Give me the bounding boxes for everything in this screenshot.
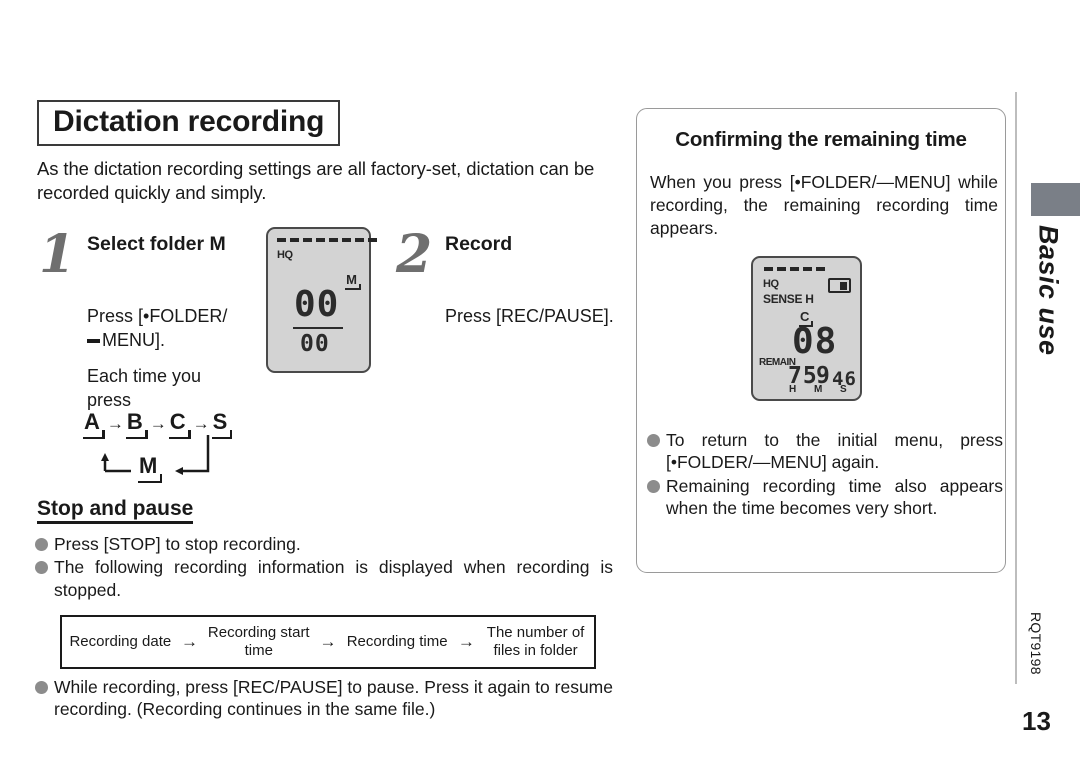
section-side-label-text: Basic use: [1033, 225, 1064, 356]
panel-bullets: To return to the initial menu, press [•F…: [645, 429, 1003, 521]
cycle-arrow-2: →: [149, 413, 167, 433]
cycle-arrow-3: →: [192, 413, 210, 433]
bullet-remaining-short: Remaining recording time also appears wh…: [645, 475, 1003, 520]
page-title: Dictation recording: [37, 100, 341, 146]
bullet-return-menu: To return to the initial menu, press [•F…: [645, 429, 1003, 474]
flow-item-date: Recording date: [69, 632, 172, 650]
step-1-heading: Select folder M: [87, 232, 226, 255]
intro-paragraph: As the dictation recording settings are …: [37, 157, 595, 204]
lcd-folder-indicator: M: [345, 273, 361, 290]
lcd-unit-labels: H M S: [789, 384, 847, 395]
battery-icon: [828, 278, 851, 293]
folder-c: C: [168, 410, 191, 440]
stop-and-pause-bullets: Press [STOP] to stop recording. The foll…: [33, 533, 613, 602]
left-column: Dictation recording As the dictation rec…: [37, 100, 614, 491]
folder-a: A: [83, 410, 105, 440]
step-2-instruction: Press [REC/PAUSE].: [445, 305, 614, 326]
lcd-level-dashes-2: [764, 267, 825, 271]
lcd-display-folder: HQ M 00 00: [266, 226, 377, 373]
cycle-arrow-1: →: [106, 413, 124, 433]
flow-arrow-3: →: [457, 631, 475, 651]
folder-cycle-diagram: A → B → C → S M: [83, 410, 283, 484]
folder-s: S: [211, 410, 233, 440]
lcd-display-remaining: HQ SENSE H C 08 REMAIN 75 9 46 H M S: [751, 256, 862, 401]
lcd-file-number-2: 08: [792, 321, 838, 362]
panel-paragraph: When you press [•FOLDER/—MENU] while rec…: [650, 172, 998, 239]
step-2-heading: Record: [445, 232, 513, 255]
lcd-sense-label: SENSE H: [763, 292, 814, 306]
lcd-level-dashes: [277, 237, 377, 242]
bullet-stop: Press [STOP] to stop recording.: [33, 533, 613, 555]
flow-arrow-1: →: [181, 631, 199, 651]
flow-item-recording-time: Recording time: [346, 632, 448, 650]
flow-item-start-time: Recording start time: [207, 623, 310, 659]
step-1-instruction-line1: Press [•FOLDER/: [87, 305, 228, 326]
lcd-unit-m: M: [814, 384, 823, 395]
folder-sequence: A → B → C → S: [83, 410, 233, 440]
flow-item-file-count: The number of files in folder: [486, 623, 585, 659]
minus-icon: [87, 338, 100, 343]
folder-m-wrapper: M: [138, 454, 163, 484]
folder-m: M: [138, 454, 163, 484]
section-tab-marker: [1031, 183, 1080, 216]
lcd-divider: [293, 326, 343, 329]
lcd-file-number: 00: [294, 283, 340, 325]
step-1-instruction-line2: MENU].: [102, 330, 165, 351]
page-number: 13: [1022, 706, 1051, 736]
bullet-recording-info: The following recording information is d…: [33, 556, 613, 601]
step-2-number: 2: [396, 223, 433, 285]
section-heading-stop-and-pause: Stop and pause: [37, 497, 194, 525]
lcd-unit-s: S: [840, 384, 847, 395]
page-edge-rule: [1015, 92, 1017, 684]
remaining-time-panel: Confirming the remaining time When you p…: [636, 108, 1006, 573]
panel-title: Confirming the remaining time: [675, 128, 967, 151]
flow-arrow-2: →: [319, 631, 337, 651]
step-1-number: 1: [39, 223, 76, 285]
steps-area: 1 Select folder M Press [•FOLDER/ MENU].…: [37, 223, 614, 491]
document-code: RQT9198: [1028, 612, 1044, 690]
folder-b: B: [125, 410, 148, 440]
pause-bullet-wrapper: While recording, press [REC/PAUSE] to pa…: [33, 676, 613, 722]
step-1-note: Each time you press: [87, 365, 202, 411]
manual-page: Dictation recording As the dictation rec…: [0, 0, 1080, 766]
lcd-unit-h: H: [789, 384, 797, 395]
bullet-pause: While recording, press [REC/PAUSE] to pa…: [33, 676, 613, 721]
step-1-instruction: Press [•FOLDER/ MENU].: [87, 304, 287, 353]
document-code-text: RQT9198: [1028, 612, 1044, 675]
recording-info-flow: Recording date → Recording start time → …: [60, 615, 596, 669]
lcd-quality-label: HQ: [277, 248, 293, 261]
lcd-quality-label-2: HQ: [763, 278, 779, 290]
section-side-label: Basic use: [1026, 225, 1070, 415]
lcd-total-files: 00: [300, 330, 330, 357]
